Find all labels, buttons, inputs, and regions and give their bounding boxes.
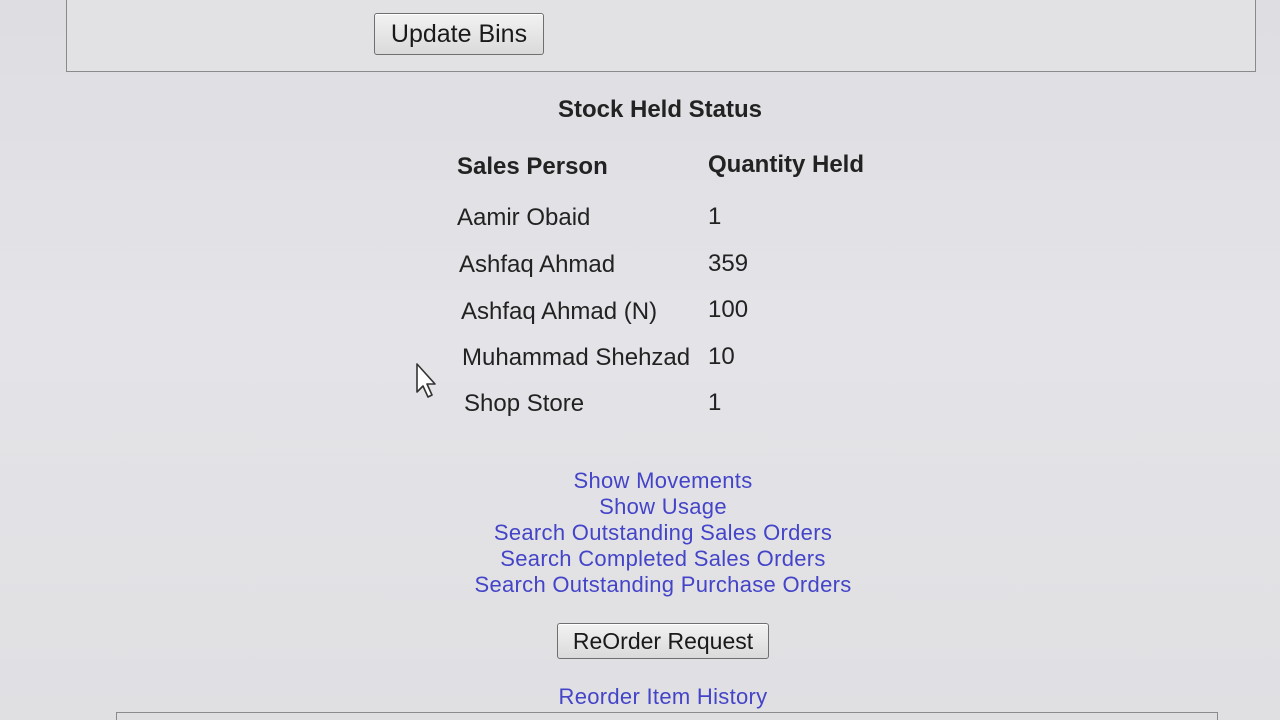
search-completed-sales-orders-link[interactable]: Search Completed Sales Orders: [420, 546, 906, 572]
row-sales-person: Aamir Obaid: [457, 204, 591, 231]
row-sales-person: Ashfaq Ahmad: [459, 251, 616, 278]
row-sales-person: Muhammad Shehzad: [462, 344, 691, 371]
row-quantity: 1: [708, 389, 722, 416]
mouse-pointer-icon: [416, 363, 436, 398]
column-header-sales-person: Sales Person: [457, 153, 608, 180]
search-outstanding-purchase-orders-link[interactable]: Search Outstanding Purchase Orders: [420, 572, 906, 598]
search-outstanding-sales-orders-link[interactable]: Search Outstanding Sales Orders: [420, 520, 906, 546]
action-links: Show Movements Show Usage Search Outstan…: [420, 468, 906, 598]
update-bins-button[interactable]: Update Bins: [374, 13, 544, 55]
column-header-quantity-held: Quantity Held: [708, 151, 865, 178]
stock-held-status-title: Stock Held Status: [557, 96, 763, 123]
row-quantity: 100: [708, 296, 749, 323]
top-panel: [66, 0, 1256, 72]
show-movements-link[interactable]: Show Movements: [420, 468, 906, 494]
reorder-request-button[interactable]: ReOrder Request: [557, 623, 769, 659]
screen: Update Bins Stock Held Status Sales Pers…: [0, 0, 1280, 720]
reorder-item-history-link[interactable]: Reorder Item History: [420, 684, 906, 710]
row-quantity: 10: [708, 343, 735, 370]
show-usage-link[interactable]: Show Usage: [420, 494, 906, 520]
row-sales-person: Ashfaq Ahmad (N): [461, 298, 658, 325]
row-quantity: 359: [708, 250, 749, 277]
row-quantity: 1: [708, 203, 722, 230]
bottom-panel: [116, 712, 1218, 720]
row-sales-person: Shop Store: [464, 390, 585, 417]
